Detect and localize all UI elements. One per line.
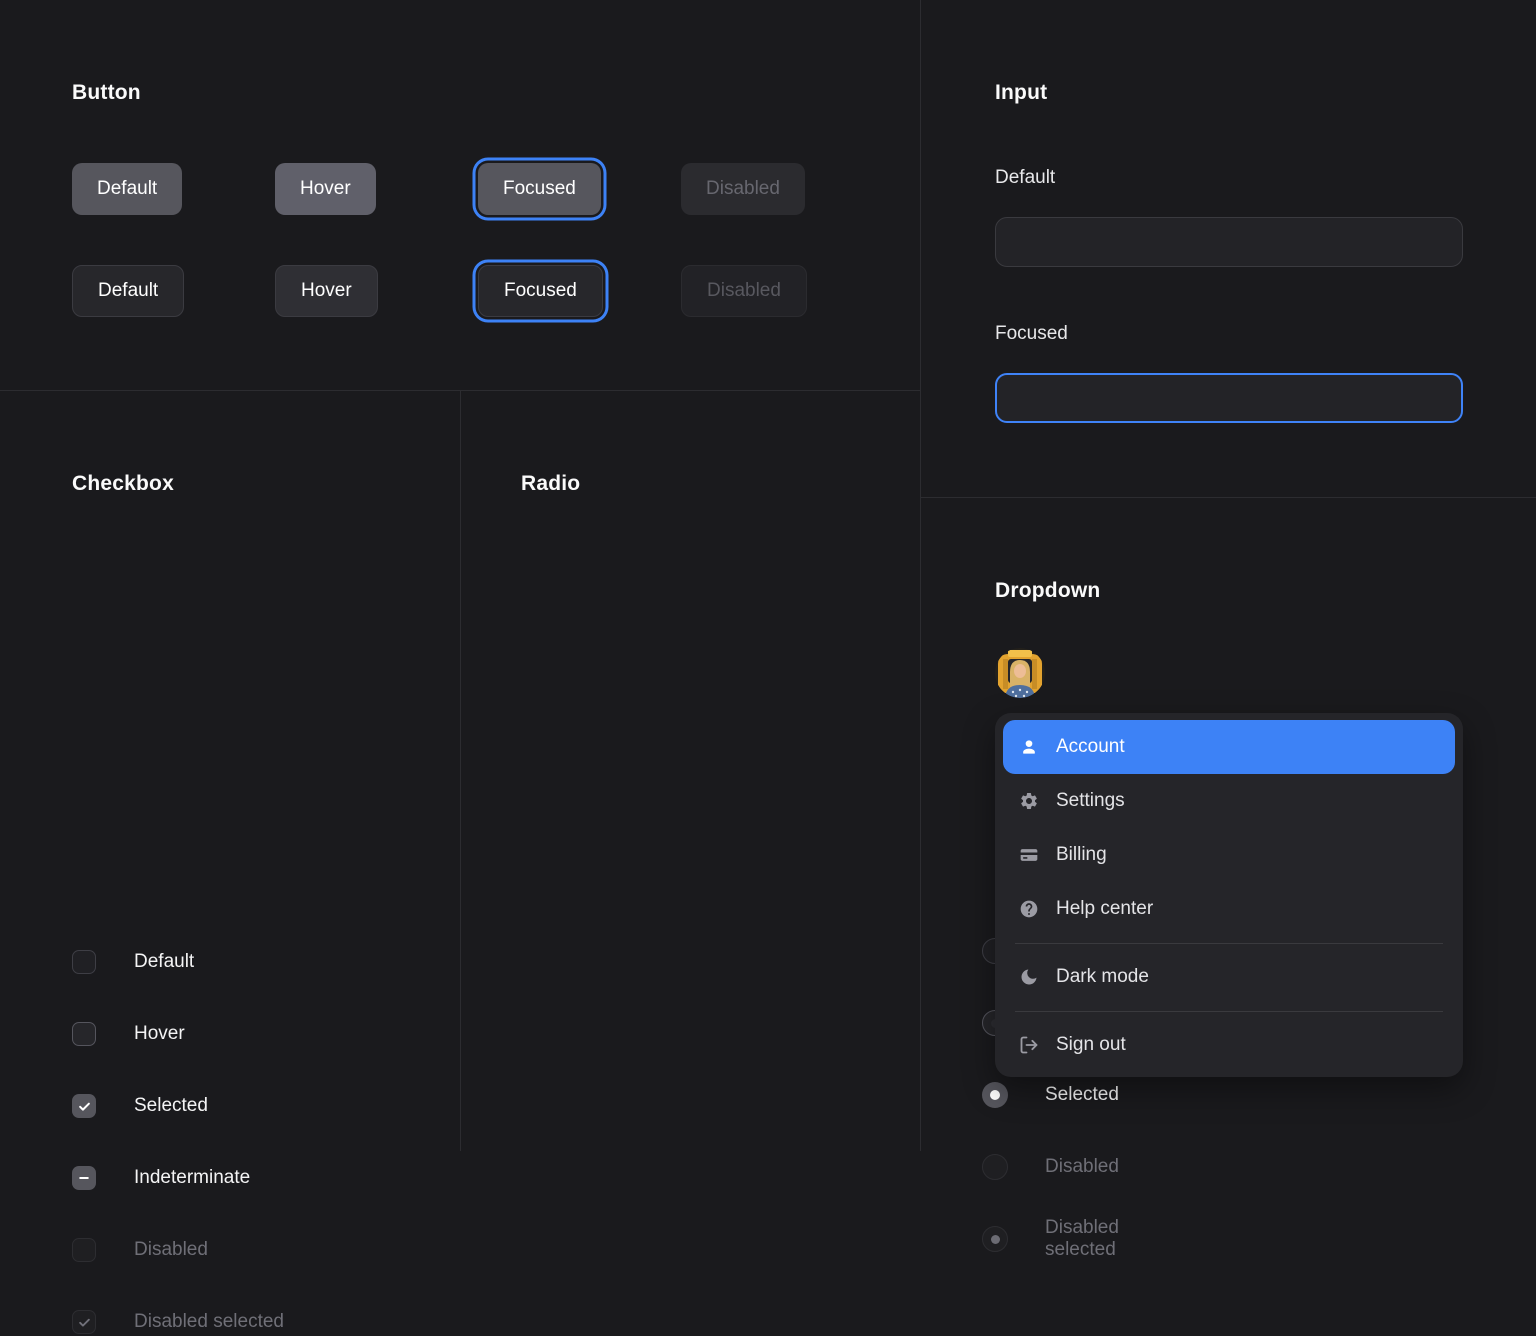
checkbox-hover[interactable] bbox=[72, 1022, 96, 1046]
checkbox-label: Disabled bbox=[134, 1239, 208, 1261]
button-solid-default[interactable]: Default bbox=[72, 163, 182, 215]
input-default-label: Default bbox=[995, 167, 1055, 189]
avatar[interactable] bbox=[995, 648, 1045, 698]
radio-showcase-section: Radio Default Hover Selected Disabled Di… bbox=[461, 391, 921, 1151]
menu-item-settings[interactable]: Settings bbox=[1003, 774, 1455, 828]
checkbox-indeterminate[interactable] bbox=[72, 1166, 96, 1190]
button-outline-default[interactable]: Default bbox=[72, 265, 184, 317]
credit-card-icon bbox=[1018, 844, 1040, 866]
button-outline-disabled: Disabled bbox=[681, 265, 807, 317]
dropdown-showcase-section: Dropdown bbox=[921, 498, 1536, 1151]
checkbox-label: Default bbox=[134, 951, 194, 973]
checkbox-row-indeterminate: Indeterminate bbox=[72, 1164, 250, 1192]
moon-icon bbox=[1018, 966, 1040, 988]
checkbox-label: Selected bbox=[134, 1095, 208, 1117]
checkbox-row-disabled-selected: Disabled selected bbox=[72, 1308, 284, 1336]
checkbox-disabled bbox=[72, 1238, 96, 1262]
person-icon bbox=[1018, 736, 1040, 758]
input-focused-label: Focused bbox=[995, 323, 1068, 345]
input-focused[interactable] bbox=[995, 373, 1463, 423]
menu-item-sign-out[interactable]: Sign out bbox=[1003, 1018, 1455, 1072]
input-section-title: Input bbox=[995, 81, 1047, 105]
radio-section-title: Radio bbox=[521, 472, 580, 496]
menu-item-label: Sign out bbox=[1056, 1034, 1126, 1056]
menu-divider bbox=[1015, 943, 1443, 944]
check-icon bbox=[77, 1315, 92, 1330]
menu-item-account[interactable]: Account bbox=[1003, 720, 1455, 774]
button-section-title: Button bbox=[72, 81, 141, 105]
radio-label: Disabled bbox=[1045, 1156, 1119, 1178]
radio-disabled bbox=[982, 1154, 1008, 1180]
checkbox-row-selected: Selected bbox=[72, 1092, 208, 1120]
menu-item-label: Settings bbox=[1056, 790, 1125, 812]
menu-item-label: Dark mode bbox=[1056, 966, 1149, 988]
checkbox-label: Hover bbox=[134, 1023, 185, 1045]
radio-disabled-selected bbox=[982, 1226, 1008, 1252]
dropdown-menu: Account Settings Billing Help center bbox=[995, 713, 1463, 1077]
menu-item-label: Account bbox=[1056, 736, 1125, 758]
indeterminate-dash-icon bbox=[77, 1171, 91, 1185]
menu-item-dark-mode[interactable]: Dark mode bbox=[1003, 950, 1455, 1004]
sign-out-icon bbox=[1018, 1034, 1040, 1056]
avatar-image bbox=[995, 648, 1045, 698]
checkbox-section-title: Checkbox bbox=[72, 472, 174, 496]
menu-item-label: Billing bbox=[1056, 844, 1107, 866]
button-outline-focused[interactable]: Focused bbox=[478, 265, 603, 317]
radio-label: Disabled selected bbox=[1045, 1217, 1119, 1261]
button-outline-hover[interactable]: Hover bbox=[275, 265, 378, 317]
check-icon bbox=[77, 1099, 92, 1114]
button-solid-focused[interactable]: Focused bbox=[478, 163, 601, 215]
checkbox-default[interactable] bbox=[72, 950, 96, 974]
checkbox-disabled-selected bbox=[72, 1310, 96, 1334]
checkbox-row-disabled: Disabled bbox=[72, 1236, 208, 1264]
checkbox-showcase-section: Checkbox Default Hover Selected Indeterm… bbox=[0, 391, 461, 1151]
menu-item-label: Help center bbox=[1056, 898, 1153, 920]
checkbox-selected[interactable] bbox=[72, 1094, 96, 1118]
button-solid-disabled: Disabled bbox=[681, 163, 805, 215]
checkbox-label: Disabled selected bbox=[134, 1311, 284, 1333]
menu-divider bbox=[1015, 1011, 1443, 1012]
help-circle-icon bbox=[1018, 898, 1040, 920]
gear-icon bbox=[1018, 790, 1040, 812]
menu-item-help-center[interactable]: Help center bbox=[1003, 882, 1455, 936]
checkbox-label: Indeterminate bbox=[134, 1167, 250, 1189]
menu-item-billing[interactable]: Billing bbox=[1003, 828, 1455, 882]
button-showcase-section: Button Default Hover Focused Disabled De… bbox=[0, 0, 921, 391]
radio-row-disabled-selected: Disabled selected bbox=[982, 1225, 1119, 1253]
input-default[interactable] bbox=[995, 217, 1463, 267]
checkbox-row-hover: Hover bbox=[72, 1020, 185, 1048]
checkbox-row-default: Default bbox=[72, 948, 194, 976]
input-showcase-section: Input Default Focused bbox=[921, 0, 1536, 498]
dropdown-section-title: Dropdown bbox=[995, 579, 1100, 603]
button-solid-hover[interactable]: Hover bbox=[275, 163, 376, 215]
radio-row-disabled: Disabled bbox=[982, 1153, 1119, 1181]
